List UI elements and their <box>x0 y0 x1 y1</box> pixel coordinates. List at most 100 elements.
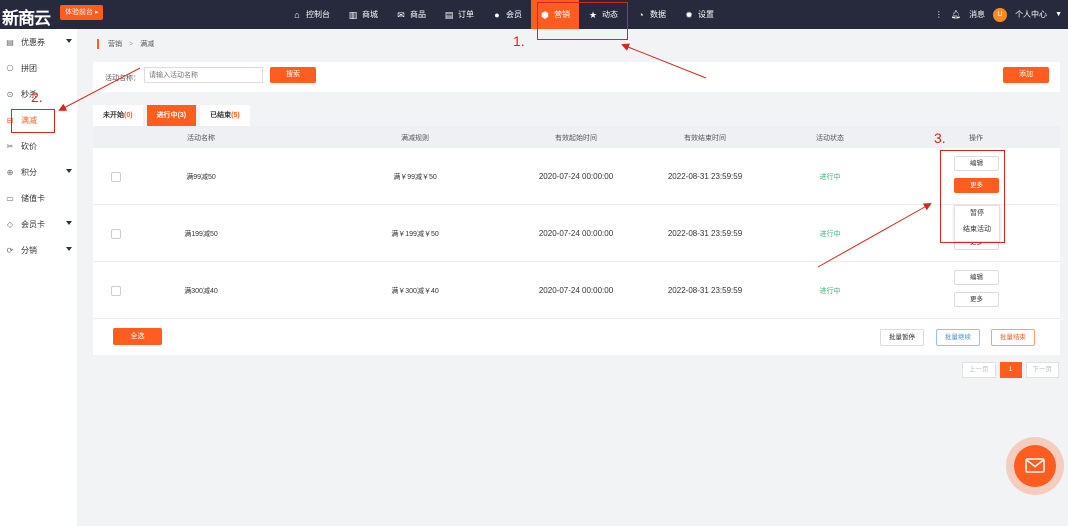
tab-status-0[interactable]: 未开始(0) <box>93 105 143 126</box>
sidebar-item-label: 分销 <box>21 245 37 255</box>
column-header: 操作 <box>969 135 983 142</box>
start-time-cell: 2020-07-24 00:00:00 <box>538 172 614 181</box>
start-time-cell: 2020-07-24 00:00:00 <box>538 229 614 238</box>
avatar[interactable]: U <box>993 7 1008 22</box>
column-header: 有效结束时间 <box>684 135 726 142</box>
nav-item-gear[interactable]: ✹ 设置 <box>675 0 723 29</box>
filter-panel: 活动名称： 搜索 添加 <box>93 62 1060 92</box>
tab-label: 未开始 <box>103 112 124 119</box>
breadcrumb-root[interactable]: 营销 <box>108 39 122 49</box>
status-cell: 进行中 <box>819 174 841 181</box>
sidebar-item-group-buy[interactable]: ⎔ 拼团 <box>0 55 77 81</box>
column-header: 有效起始时间 <box>555 135 597 142</box>
nav-item-goods[interactable]: ✉ 商品 <box>387 0 435 29</box>
more-button[interactable]: 更多 <box>954 292 999 307</box>
sidebar-item-label: 积分 <box>21 167 37 177</box>
activity-name-cell: 满300减40 <box>184 288 218 295</box>
bell-icon[interactable]: 🔔︎ <box>951 10 961 19</box>
app-logo[interactable]: 新商云 <box>2 4 51 29</box>
table-row: 满99减50 满￥99减￥50 2020-07-24 00:00:00 2022-08… <box>93 148 1060 205</box>
annotation-number-2: 2. <box>31 89 43 105</box>
end-time-cell: 2022-08-31 23:59:59 <box>667 172 743 181</box>
sidebar-item-label: 会员卡 <box>21 219 45 229</box>
mail-button-core[interactable] <box>1014 445 1056 487</box>
activity-name-input[interactable] <box>144 67 263 83</box>
group-buy-icon: ⎔ <box>6 63 14 73</box>
tab-label: 进行中 <box>156 112 178 119</box>
trial-frontend-button[interactable]: 体验前台 ▸ <box>60 5 104 20</box>
top-bar: 新商云 体验前台 ▸ ⌂ 控制台 ▥ 商城 ✉ 商品 ▤ 订单 ● 会员 ⬢ 营销 ★ 动态 ◔ 数据 ✹ 设置 … <box>0 0 1068 29</box>
bargain-icon: ✂ <box>6 141 14 151</box>
select-all-button[interactable]: 全选 <box>113 328 162 345</box>
sidebar-item-coupon[interactable]: ▤ 优惠券 <box>0 29 77 55</box>
table-row: 满199减50 满￥199减￥50 2020-07-24 00:00:00 2022-… <box>93 205 1060 262</box>
chevron-down-icon[interactable] <box>66 221 72 225</box>
chevron-down-icon[interactable] <box>66 169 72 173</box>
sidebar-item-points[interactable]: ⊕ 积分 <box>0 159 77 185</box>
sidebar-item-stored-card[interactable]: ▭ 储值卡 <box>0 185 77 211</box>
start-time-cell: 2020-07-24 00:00:00 <box>538 286 614 295</box>
chevron-down-icon[interactable]: ▼ <box>1055 11 1062 18</box>
row-checkbox[interactable] <box>111 286 121 296</box>
member-card-icon: ◇ <box>6 219 14 229</box>
nav-item-order[interactable]: ▤ 订单 <box>435 0 483 29</box>
coupon-icon: ▤ <box>6 37 14 47</box>
column-header: 活动名称 <box>187 135 215 142</box>
sidebar-item-bargain[interactable]: ✂ 砍价 <box>0 133 77 159</box>
next-page-button[interactable]: 下一页 <box>1025 362 1059 378</box>
discount-rule-cell: 满￥99减￥50 <box>393 174 437 181</box>
points-icon: ⊕ <box>6 167 14 177</box>
pie-chart-icon: ◔ <box>638 9 644 20</box>
activity-name-cell: 满99减50 <box>186 174 216 181</box>
tab-status-1[interactable]: 进行中(3) <box>146 105 197 126</box>
batch-end-button[interactable]: 批量结束 <box>991 329 1035 346</box>
end-time-cell: 2022-08-31 23:59:59 <box>667 229 743 238</box>
tab-count: (3) <box>177 112 187 119</box>
flash-sale-icon: ⊙ <box>6 89 14 99</box>
nav-item-label: 控制台 <box>306 10 330 19</box>
add-button[interactable]: 添加 <box>1003 67 1049 83</box>
edit-button[interactable]: 编辑 <box>954 270 999 285</box>
pagination: 上一页 1 下一页 <box>962 362 1059 378</box>
shop-icon: ▥ <box>348 9 358 20</box>
chevron-down-icon[interactable] <box>66 39 72 43</box>
end-time-cell: 2022-08-31 23:59:59 <box>667 286 743 295</box>
current-page-button[interactable]: 1 <box>999 362 1022 378</box>
status-cell: 进行中 <box>819 231 841 238</box>
batch-resume-button[interactable]: 批量继续 <box>936 329 980 346</box>
annotation-box-sidebar <box>11 109 55 133</box>
stored-card-icon: ▭ <box>6 193 14 203</box>
sidebar-item-label: 优惠券 <box>21 37 45 47</box>
nav-item-label: 会员 <box>506 10 522 19</box>
row-checkbox[interactable] <box>111 172 121 182</box>
annotation-number-3: 3. <box>934 130 946 146</box>
status-tabs: 未开始(0) 进行中(3) 已结束(5) <box>93 105 250 126</box>
nav-item-label: 设置 <box>698 10 714 19</box>
breadcrumb-marker <box>97 39 99 49</box>
nav-item-pie-chart[interactable]: ◔ 数据 <box>627 0 675 29</box>
user-center-menu[interactable]: 个人中心 <box>1015 9 1047 20</box>
annotation-box-marketing <box>537 2 628 40</box>
tab-status-2[interactable]: 已结束(5) <box>200 105 250 126</box>
tab-count: (5) <box>231 112 240 119</box>
nav-item-home[interactable]: ⌂ 控制台 <box>283 0 339 29</box>
main-nav: ⌂ 控制台 ▥ 商城 ✉ 商品 ▤ 订单 ● 会员 ⬢ 营销 ★ 动态 ◔ 数据 ✹ 设置 <box>283 0 723 29</box>
member-icon: ● <box>494 9 500 20</box>
chevron-down-icon[interactable] <box>66 247 72 251</box>
status-cell: 进行中 <box>819 288 841 295</box>
message-float-button[interactable] <box>1006 437 1064 495</box>
row-checkbox[interactable] <box>111 229 121 239</box>
sidebar-item-distribution[interactable]: ⟳ 分销 <box>0 237 77 263</box>
nav-item-shop[interactable]: ▥ 商城 <box>339 0 387 29</box>
more-menu-icon[interactable]: ⋮ <box>935 10 943 19</box>
sidebar-item-member-card[interactable]: ◇ 会员卡 <box>0 211 77 237</box>
tab-count: (0) <box>124 112 133 119</box>
breadcrumb: 营销 > 满减 <box>93 35 154 53</box>
nav-item-member[interactable]: ● 会员 <box>483 0 531 29</box>
messages-link[interactable]: 消息 <box>969 9 985 20</box>
activity-name-cell: 满199减50 <box>184 231 218 238</box>
search-button[interactable]: 搜索 <box>270 67 316 83</box>
batch-pause-button[interactable]: 批量暂停 <box>880 329 924 346</box>
prev-page-button[interactable]: 上一页 <box>962 362 996 378</box>
tab-label: 已结束 <box>210 112 232 119</box>
